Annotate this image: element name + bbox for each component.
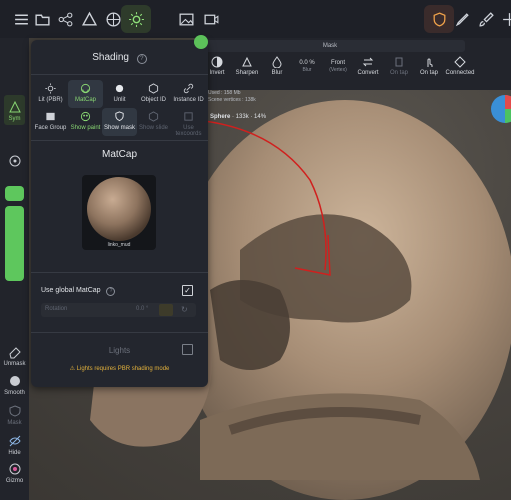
scene-status: Used : 158 Mb Scene vertices : 138k: [208, 90, 256, 104]
toggle-show-paint[interactable]: Show paint: [68, 108, 103, 136]
reset-icon[interactable]: ↻: [181, 305, 188, 314]
gizmo-item[interactable]: Gizmo: [0, 462, 29, 484]
blur-icon: [272, 56, 282, 68]
divider: [31, 74, 208, 75]
panel-title: Shading ?: [31, 52, 208, 64]
rotation-slider[interactable]: Rotation 0.0 ° ↻: [41, 303, 196, 317]
slide-icon: [148, 111, 159, 122]
lights-checkbox[interactable]: [182, 344, 193, 355]
mode-instance-id[interactable]: Instance ID: [171, 80, 206, 108]
intensity-slider[interactable]: [5, 206, 24, 281]
top-toolbar: [0, 0, 511, 38]
mask-icon: [9, 405, 20, 417]
mode-object-id[interactable]: Object ID: [136, 80, 171, 108]
video-icon[interactable]: [196, 5, 226, 33]
toggle-show-slide[interactable]: Show slide: [136, 108, 171, 136]
gizmo-icon: [9, 463, 20, 475]
paint-icon: [80, 111, 91, 122]
mode-lit-pbr[interactable]: Lit (PBR): [33, 80, 68, 108]
rotation-label: Rotation: [45, 306, 68, 312]
connected-icon: [454, 56, 466, 68]
eraser-icon: [8, 347, 21, 359]
matcap-icon: [80, 83, 91, 94]
mask-tool-header: Mask: [195, 40, 465, 52]
lock-icon[interactable]: [159, 304, 173, 316]
radius-slider[interactable]: [5, 186, 24, 201]
sym-item[interactable]: Sym: [0, 100, 29, 122]
matcap-name: linko_mud: [107, 242, 131, 248]
use-global-matcap-label: Use global MatCap ?: [41, 287, 116, 296]
sharpen-icon: [242, 56, 252, 67]
target-icon: [9, 155, 20, 167]
divider: [31, 140, 208, 141]
cube-icon: [148, 83, 159, 94]
use-global-matcap-checkbox[interactable]: ✓: [182, 285, 193, 296]
warning-message: ⚠ Lights requires PBR shading mode: [69, 366, 170, 372]
hide-icon: [8, 435, 21, 447]
divider: [31, 332, 208, 333]
sun-icon: [45, 83, 56, 94]
warning-icon: ⚠: [69, 366, 75, 372]
mask-tool-panel: Mask Invert Sharpen Blur 0.0 % Blur Fron…: [195, 38, 511, 90]
dot-icon: [115, 84, 124, 93]
orientation-gizmo-icon[interactable]: [490, 94, 511, 124]
matcap-preview[interactable]: linko_mud: [82, 175, 156, 250]
toggle-face-group[interactable]: Face Group: [33, 108, 68, 136]
help-icon[interactable]: ?: [136, 54, 147, 64]
memory-used: Used : 158 Mb: [208, 90, 241, 96]
matcap-heading: MatCap: [101, 149, 137, 160]
unmask-item[interactable]: Unmask: [0, 345, 29, 367]
target-icon-item[interactable]: [0, 154, 29, 170]
mode-matcap[interactable]: MatCap: [68, 80, 103, 108]
symmetry-icon: [8, 100, 21, 113]
convert-icon: [362, 57, 374, 67]
help-icon[interactable]: ?: [106, 287, 116, 296]
shield-icon: [115, 111, 124, 122]
shading-sun-icon[interactable]: [121, 5, 151, 33]
tap-icon: [395, 57, 403, 67]
rotation-value: 0.0 °: [136, 306, 149, 312]
toggle-show-mask[interactable]: Show mask: [102, 108, 137, 136]
move-icon[interactable]: [494, 5, 511, 33]
hide-item[interactable]: Hide: [0, 434, 29, 456]
uv-icon: [184, 112, 193, 121]
left-sidebar: Sym Unmask Smooth Mask Hide Gizmo: [0, 38, 29, 500]
object-name: Sphere: [210, 114, 231, 120]
pin-icon[interactable]: [194, 35, 208, 49]
scene-vertices: Scene vertices : 138k: [208, 97, 256, 103]
mask-item[interactable]: Mask: [0, 404, 29, 426]
link-icon: [183, 83, 194, 94]
tool-connected[interactable]: Connected: [438, 56, 482, 76]
mask-header-label: Mask: [322, 43, 338, 49]
shading-panel: Shading ? Lit (PBR) MatCap Unlit Object …: [31, 40, 208, 387]
smooth-icon: [9, 376, 20, 386]
smooth-item[interactable]: Smooth: [0, 374, 29, 396]
tap-finger-icon: [427, 58, 433, 67]
invert-icon: [211, 56, 223, 68]
toggle-use-texcoords[interactable]: Use texcoords: [171, 108, 206, 137]
object-row[interactable]: Sphere · 133k · 14%: [210, 114, 266, 120]
divider: [31, 272, 208, 273]
face-group-icon: [46, 112, 55, 121]
mode-unlit[interactable]: Unlit: [102, 80, 137, 108]
matcap-sphere: [87, 177, 151, 241]
object-stats: · 133k · 14%: [232, 114, 267, 120]
